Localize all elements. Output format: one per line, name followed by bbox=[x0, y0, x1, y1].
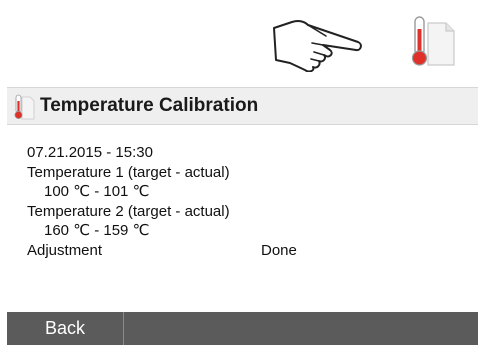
back-button[interactable]: Back bbox=[7, 312, 124, 345]
footer-bar: Back bbox=[7, 312, 478, 345]
adjustment-label: Adjustment bbox=[27, 241, 103, 259]
pointing-hand-icon bbox=[273, 20, 362, 72]
page-title: Temperature Calibration bbox=[40, 95, 259, 116]
title-bar: Temperature Calibration bbox=[7, 87, 478, 125]
calibration-result: 07.21.2015 - 15:30 Temperature 1 (target… bbox=[27, 143, 467, 260]
timestamp: 07.21.2015 - 15:30 bbox=[27, 144, 153, 161]
adjustment-row: Adjustment Done bbox=[27, 241, 467, 261]
adjustment-value: Done bbox=[261, 241, 297, 259]
thermometer-icon bbox=[14, 94, 35, 120]
temperature-2-value: 160 ℃ - 159 ℃ bbox=[44, 222, 150, 239]
temperature-2-label: Temperature 2 (target - actual) bbox=[27, 202, 230, 220]
calibration-screen: Temperature Calibration 07.21.2015 - 15:… bbox=[7, 87, 478, 345]
thermometer-icon bbox=[411, 16, 455, 66]
temperature-1-label: Temperature 1 (target - actual) bbox=[27, 163, 230, 181]
calibration-page: Temperature Calibration 07.21.2015 - 15:… bbox=[0, 0, 478, 345]
temperature-1-value: 100 ℃ - 101 ℃ bbox=[44, 183, 150, 200]
